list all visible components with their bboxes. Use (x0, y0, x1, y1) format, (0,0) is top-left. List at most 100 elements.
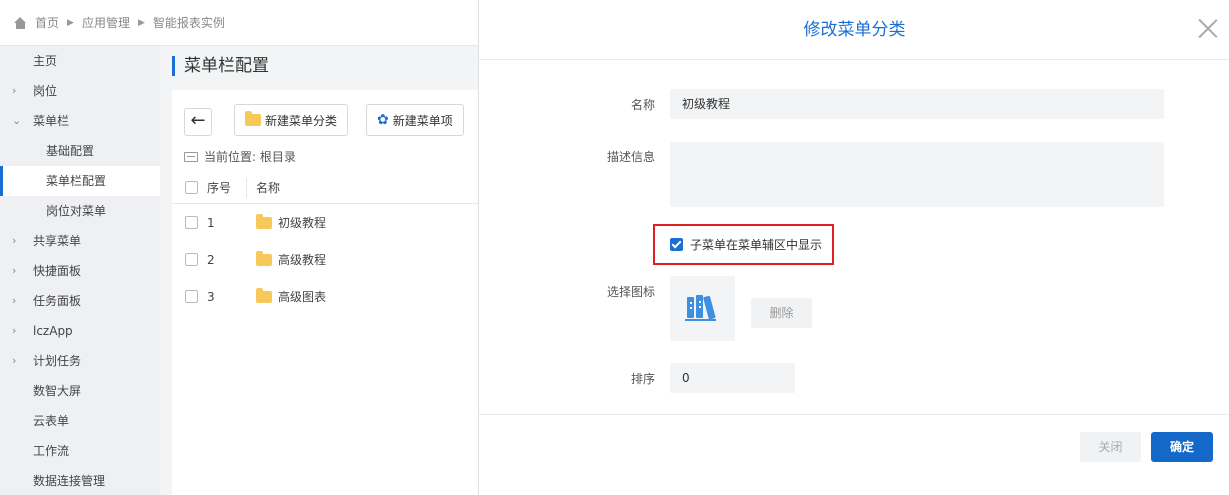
row-name[interactable]: 高级教程 (256, 250, 327, 268)
sidebar-item-home[interactable]: 主页 (0, 46, 160, 76)
row-number: 2 (207, 252, 215, 267)
chevron-right-icon: › (12, 264, 17, 277)
table-header: 序号 名称 (172, 172, 478, 204)
row-checkbox[interactable] (185, 216, 198, 229)
breadcrumb-separator-icon: ▶ (137, 17, 145, 28)
breadcrumb-item-app-management[interactable]: 应用管理 (82, 14, 130, 31)
sidebar-item-big-screen[interactable]: 数智大屏 (0, 376, 160, 406)
dialog-title: 修改菜单分类 (479, 0, 1229, 60)
sidebar-item-workflow[interactable]: 工作流 (0, 436, 160, 466)
icon-picker[interactable] (670, 276, 735, 341)
sidebar-item-label: 快捷面板 (33, 264, 82, 278)
sidebar-item-menubar[interactable]: ⌄ 菜单栏 (0, 106, 160, 136)
column-header-name: 名称 (256, 181, 281, 195)
row-checkbox[interactable] (185, 290, 198, 303)
name-input[interactable]: 初级教程 (670, 89, 1164, 119)
row-checkbox[interactable] (185, 253, 198, 266)
sidebar-item-positions[interactable]: › 岗位 (0, 76, 160, 106)
folder-icon (256, 287, 272, 303)
gear-icon: ✿ (377, 112, 389, 128)
content-card: ← 新建菜单分类 ✿ 新建菜单项 当前位置: 根目录 序号 名称 1 初级教程 (172, 90, 478, 495)
breadcrumb-item-report-instance[interactable]: 智能报表实例 (153, 14, 225, 31)
sidebar-item-label: lczApp (33, 324, 73, 338)
row-name-label: 初级教程 (278, 216, 327, 230)
new-menu-item-label: 新建菜单项 (392, 113, 453, 128)
sidebar-item-basic-config[interactable]: 基础配置 (0, 136, 160, 166)
chevron-right-icon: › (12, 84, 17, 97)
sidebar: 主页 › 岗位 ⌄ 菜单栏 基础配置 菜单栏配置 岗位对菜单 › 共享菜单 › 快捷面板… (0, 46, 160, 495)
sidebar-item-menubar-config[interactable]: 菜单栏配置 (0, 166, 160, 196)
folder-icon (245, 111, 261, 126)
row-name[interactable]: 高级图表 (256, 287, 327, 305)
sidebar-item-label: 基础配置 (46, 144, 95, 158)
sidebar-item-label: 共享菜单 (33, 234, 82, 248)
confirm-button[interactable]: 确定 (1151, 432, 1213, 462)
row-name-label: 高级教程 (278, 253, 327, 267)
sidebar-item-label: 岗位 (33, 84, 58, 98)
row-number: 1 (207, 215, 215, 230)
main-panel: 菜单栏配置 ← 新建菜单分类 ✿ 新建菜单项 当前位置: 根目录 序号 名称 1 (160, 46, 478, 495)
icon-select-label: 选择图标 (606, 285, 655, 299)
current-location: 当前位置: 根目录 (184, 148, 296, 165)
sidebar-item-shared-menu[interactable]: › 共享菜单 (0, 226, 160, 256)
sidebar-item-label: 菜单栏 (33, 114, 70, 128)
new-category-button[interactable]: 新建菜单分类 (234, 104, 349, 136)
sidebar-item-data-connection[interactable]: 数据连接管理 (0, 466, 160, 495)
edit-category-dialog: 修改菜单分类 名称 初级教程 描述信息 子菜单在菜单辅区中显示 选择图标 删除 … (478, 0, 1229, 495)
location-label: 当前位置: 根目录 (204, 150, 296, 164)
name-label: 名称 (630, 98, 655, 112)
new-menu-item-button[interactable]: ✿ 新建菜单项 (366, 104, 464, 136)
chevron-right-icon: › (12, 234, 17, 247)
table-row[interactable]: 2 高级教程 (172, 241, 478, 278)
row-number: 3 (207, 289, 215, 304)
sidebar-item-task-panel[interactable]: › 任务面板 (0, 286, 160, 316)
description-textarea[interactable] (670, 142, 1164, 207)
show-submenu-option[interactable]: 子菜单在菜单辅区中显示 (653, 224, 834, 265)
sidebar-item-label: 数据连接管理 (33, 474, 106, 488)
home-icon[interactable] (14, 16, 27, 29)
select-all-checkbox[interactable] (185, 181, 198, 194)
description-label: 描述信息 (606, 150, 655, 164)
books-icon (685, 295, 716, 321)
column-divider (246, 178, 247, 198)
sidebar-item-position-menu[interactable]: 岗位对菜单 (0, 196, 160, 226)
sidebar-item-lczapp[interactable]: › lczApp (0, 316, 160, 346)
show-submenu-checkbox[interactable] (670, 238, 683, 251)
sidebar-item-label: 岗位对菜单 (46, 204, 107, 218)
breadcrumb: 首页 ▶ 应用管理 ▶ 智能报表实例 (0, 0, 478, 46)
row-name-label: 高级图表 (278, 290, 327, 304)
close-button[interactable]: 关闭 (1080, 432, 1141, 462)
order-input[interactable]: 0 (670, 363, 795, 393)
sidebar-item-scheduled-tasks[interactable]: › 计划任务 (0, 346, 160, 376)
sidebar-item-label: 菜单栏配置 (46, 174, 107, 188)
tray-icon (184, 151, 198, 162)
show-submenu-label: 子菜单在菜单辅区中显示 (690, 238, 823, 252)
sidebar-item-label: 计划任务 (33, 354, 82, 368)
row-name[interactable]: 初级教程 (256, 213, 327, 231)
order-label: 排序 (630, 372, 655, 386)
back-button[interactable]: ← (184, 108, 212, 136)
sidebar-item-label: 主页 (33, 54, 58, 68)
table-row[interactable]: 3 高级图表 (172, 278, 478, 315)
sidebar-item-label: 云表单 (33, 414, 70, 428)
folder-icon (256, 213, 272, 229)
chevron-right-icon: › (12, 354, 17, 367)
folder-icon (256, 250, 272, 266)
table-row[interactable]: 1 初级教程 (172, 204, 478, 241)
chevron-right-icon: › (12, 294, 17, 307)
column-header-number: 序号 (207, 181, 232, 195)
chevron-right-icon: › (12, 324, 17, 337)
sidebar-item-cloud-form[interactable]: 云表单 (0, 406, 160, 436)
sidebar-item-label: 工作流 (33, 444, 70, 458)
sidebar-item-quick-panel[interactable]: › 快捷面板 (0, 256, 160, 286)
close-icon[interactable] (1197, 17, 1219, 39)
dialog-footer: 关闭 确定 (479, 414, 1229, 495)
chevron-down-icon: ⌄ (12, 114, 22, 127)
sidebar-item-label: 任务面板 (33, 294, 82, 308)
breadcrumb-separator-icon: ▶ (67, 17, 74, 28)
sidebar-item-label: 数智大屏 (33, 384, 82, 398)
breadcrumb-item-home[interactable]: 首页 (35, 14, 59, 31)
delete-icon-button[interactable]: 删除 (751, 298, 812, 328)
new-category-label: 新建菜单分类 (265, 113, 338, 128)
page-title: 菜单栏配置 (172, 56, 269, 76)
